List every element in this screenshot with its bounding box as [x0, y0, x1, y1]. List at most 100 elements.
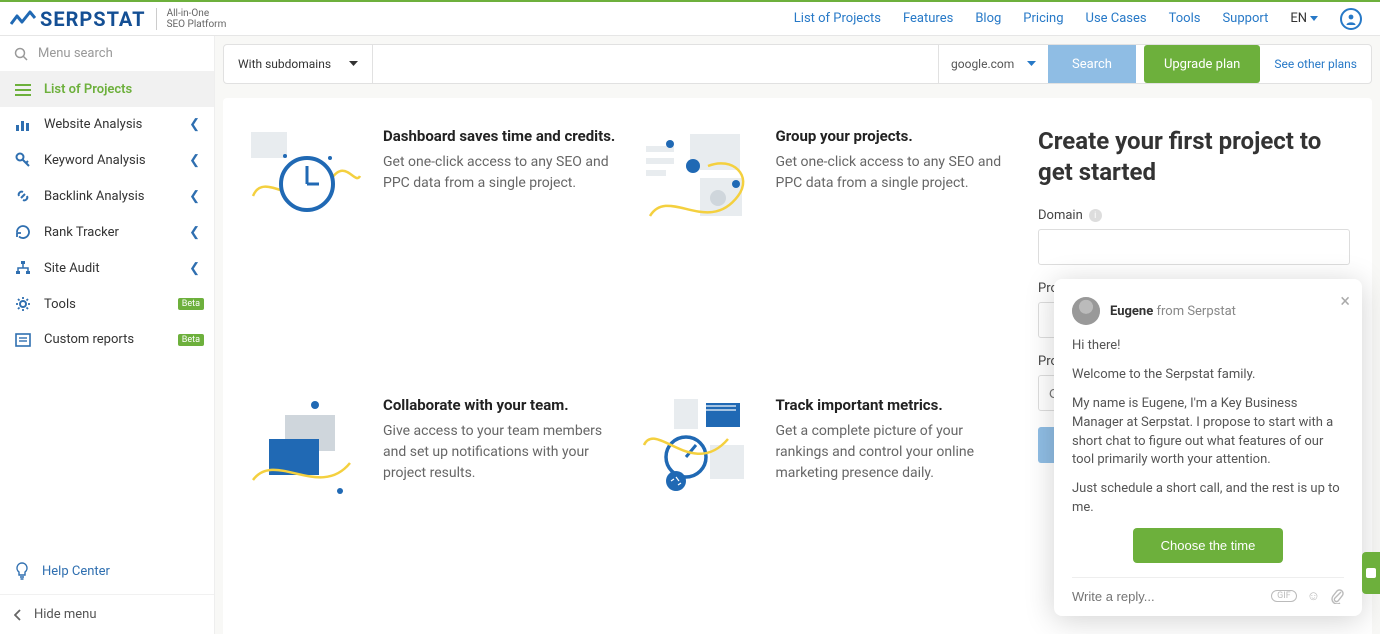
- features-grid: Dashboard saves time and credits. Get on…: [245, 126, 1010, 618]
- history-icon: [14, 224, 32, 240]
- help-center[interactable]: Help Center: [0, 548, 214, 594]
- nav-features[interactable]: Features: [903, 11, 953, 26]
- logo[interactable]: SERPSTAT: [10, 7, 146, 31]
- chat-line: Welcome to the Serpstat family.: [1072, 366, 1344, 385]
- info-icon[interactable]: i: [1089, 209, 1102, 222]
- sidebar-item-reports[interactable]: Custom reports Beta: [0, 322, 214, 357]
- chat-line: Hi there!: [1072, 337, 1344, 356]
- key-icon: [14, 152, 32, 168]
- chat-reply-row: GIF ☺: [1072, 577, 1344, 604]
- upgrade-button[interactable]: Upgrade plan: [1144, 45, 1260, 83]
- feature-title: Track important metrics.: [776, 395, 1011, 415]
- list-icon: [14, 84, 32, 96]
- chevron-down-icon: [1027, 61, 1036, 67]
- sidebar-item-rank[interactable]: Rank Tracker ❮: [0, 214, 214, 250]
- search-input[interactable]: [373, 45, 938, 83]
- sidebar-item-label: Website Analysis: [44, 117, 142, 132]
- feature-dashboard: Dashboard saves time and credits. Get on…: [245, 126, 618, 349]
- beta-badge: Beta: [178, 334, 204, 346]
- chat-side-tab[interactable]: [1362, 552, 1380, 594]
- sidebar-item-projects[interactable]: List of Projects: [0, 72, 214, 107]
- logo-tagline: All-in-One SEO Platform: [156, 8, 227, 30]
- sidebar-item-tools[interactable]: Tools Beta: [0, 286, 214, 322]
- feature-title: Dashboard saves time and credits.: [383, 126, 618, 146]
- chevron-right-icon: ❮: [189, 189, 200, 204]
- menu-search[interactable]: Menu search: [0, 36, 214, 72]
- chevron-left-icon: [14, 609, 22, 621]
- top-bar: SERPSTAT All-in-One SEO Platform List of…: [0, 0, 1380, 36]
- sidebar-item-label: Rank Tracker: [44, 225, 119, 240]
- nav-support[interactable]: Support: [1222, 11, 1268, 26]
- language-switch[interactable]: EN: [1290, 11, 1318, 26]
- feature-track: Track important metrics. Get a complete …: [638, 395, 1011, 618]
- chat-reply-input[interactable]: [1072, 589, 1261, 604]
- nav-tools[interactable]: Tools: [1169, 11, 1201, 26]
- brand: SERPSTAT All-in-One SEO Platform: [10, 7, 226, 31]
- create-heading: Create your first project to get started: [1038, 126, 1350, 188]
- gif-icon[interactable]: GIF: [1271, 590, 1297, 602]
- search-bar: With subdomains google.com Search Upgrad…: [223, 44, 1372, 84]
- sidebar-item-backlink[interactable]: Backlink Analysis ❮: [0, 178, 214, 214]
- clock-illustration: [245, 126, 365, 236]
- user-icon: [1345, 13, 1357, 25]
- emoji-icon[interactable]: ☺: [1307, 588, 1320, 604]
- sidebar-item-keyword[interactable]: Keyword Analysis ❮: [0, 142, 214, 178]
- chevron-right-icon: ❮: [189, 225, 200, 240]
- report-icon: [14, 333, 32, 347]
- feature-title: Collaborate with your team.: [383, 395, 618, 415]
- feature-body: Get one-click access to any SEO and PPC …: [776, 152, 1011, 194]
- sidebar-item-website[interactable]: Website Analysis ❮: [0, 107, 214, 142]
- see-plans-link[interactable]: See other plans: [1260, 45, 1371, 83]
- attach-icon[interactable]: [1330, 588, 1344, 604]
- sidebar-item-label: Site Audit: [44, 261, 100, 276]
- collab-illustration: [245, 395, 365, 505]
- feature-body: Get a complete picture of your rankings …: [776, 421, 1011, 484]
- user-avatar[interactable]: [1340, 8, 1362, 30]
- chat-header: Eugene from Serpstat: [1072, 297, 1344, 325]
- menu-search-placeholder: Menu search: [38, 46, 113, 61]
- domain-input[interactable]: [1038, 229, 1350, 265]
- close-icon[interactable]: ×: [1340, 291, 1350, 312]
- sidebar-item-label: Custom reports: [44, 332, 134, 347]
- sidebar-item-label: Backlink Analysis: [44, 189, 145, 204]
- nav-projects[interactable]: List of Projects: [794, 11, 881, 26]
- gear-icon: [14, 296, 32, 312]
- chat-avatar: [1072, 297, 1100, 325]
- logo-icon: [10, 10, 36, 28]
- chat-line: Just schedule a short call, and the rest…: [1072, 480, 1344, 518]
- chat-line: My name is Eugene, I'm a Key Business Ma…: [1072, 395, 1344, 470]
- search-icon: [14, 47, 28, 61]
- top-nav: List of Projects Features Blog Pricing U…: [794, 8, 1362, 30]
- sidebar-item-label: Keyword Analysis: [44, 153, 146, 168]
- hide-menu[interactable]: Hide menu: [0, 594, 214, 634]
- chat-agent-from: from Serpstat: [1156, 304, 1235, 319]
- feature-body: Get one-click access to any SEO and PPC …: [383, 152, 618, 194]
- chevron-down-icon: [349, 61, 358, 67]
- feature-body: Give access to your team members and set…: [383, 421, 618, 484]
- chat-widget: × Eugene from Serpstat Hi there! Welcome…: [1054, 279, 1362, 616]
- sidebar-item-label: Tools: [44, 297, 76, 312]
- nav-blog[interactable]: Blog: [975, 11, 1001, 26]
- search-button[interactable]: Search: [1048, 45, 1136, 83]
- nav-usecases[interactable]: Use Cases: [1086, 11, 1147, 26]
- chart-icon: [14, 118, 32, 132]
- sitemap-icon: [14, 260, 32, 276]
- feature-group: Group your projects. Get one-click acces…: [638, 126, 1011, 349]
- track-illustration: [638, 395, 758, 505]
- chat-cta-button[interactable]: Choose the time: [1133, 528, 1284, 563]
- sidebar-item-audit[interactable]: Site Audit ❮: [0, 250, 214, 286]
- sidebar: Menu search List of Projects Website Ana…: [0, 36, 215, 634]
- help-label: Help Center: [42, 564, 110, 579]
- feature-title: Group your projects.: [776, 126, 1011, 146]
- search-engine-select[interactable]: google.com: [938, 45, 1048, 83]
- search-mode-select[interactable]: With subdomains: [224, 45, 373, 83]
- hide-label: Hide menu: [34, 607, 97, 622]
- chevron-down-icon: [1310, 16, 1318, 21]
- link-icon: [14, 188, 32, 204]
- nav-pricing[interactable]: Pricing: [1023, 11, 1063, 26]
- feature-collab: Collaborate with your team. Give access …: [245, 395, 618, 618]
- chevron-right-icon: ❮: [189, 117, 200, 132]
- bulb-icon: [14, 562, 30, 580]
- chevron-right-icon: ❮: [189, 261, 200, 276]
- beta-badge: Beta: [178, 298, 204, 310]
